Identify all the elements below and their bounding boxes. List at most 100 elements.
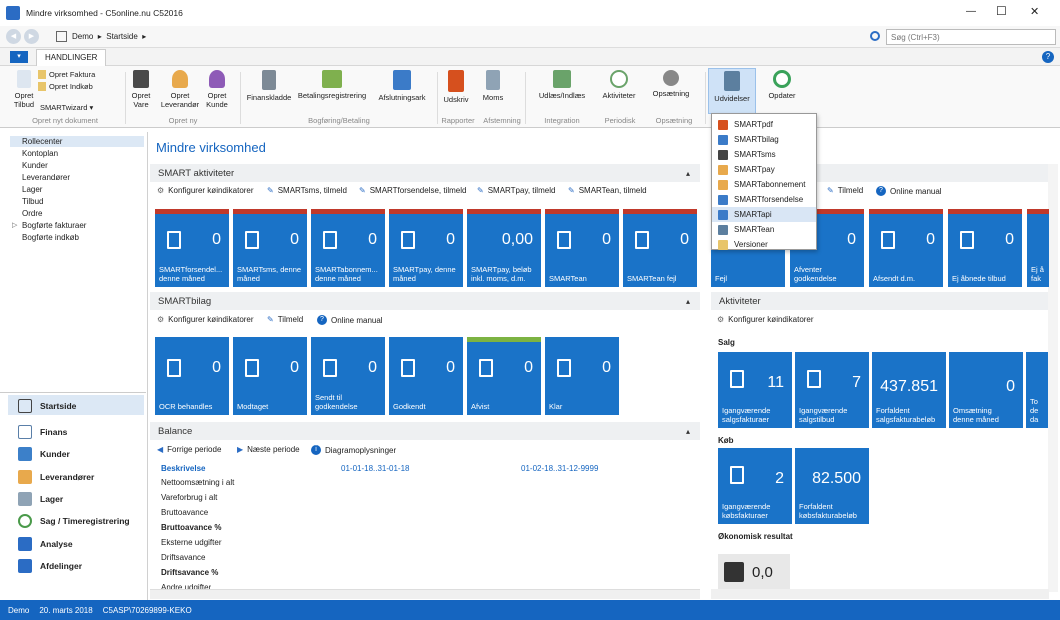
app-menu-button[interactable]: ▾ — [10, 51, 28, 63]
aktiviteter-button[interactable]: Aktiviteter — [596, 70, 642, 100]
nav-item-kunder[interactable]: Kunder — [22, 161, 48, 170]
salg-tile[interactable]: 11 Igangværende salgsfakturaer — [718, 352, 792, 428]
nav-lager[interactable]: Lager — [18, 492, 63, 506]
smartbilag-tile[interactable]: 0 Afvist — [467, 337, 541, 415]
dropdown-item-smartean[interactable]: SMARTean — [712, 222, 816, 237]
forward-button[interactable]: ▶ — [24, 29, 39, 44]
opret-vare-button[interactable]: Opret Vare — [128, 70, 154, 109]
nav-item-lager[interactable]: Lager — [22, 185, 42, 194]
action-konfigurer[interactable]: ⚙ Konfigurer køindikatorer — [157, 186, 254, 195]
help-icon[interactable]: ? — [1042, 51, 1054, 63]
action-online-manual-right[interactable]: ? Online manual — [876, 186, 942, 196]
horizontal-scrollbar-right[interactable] — [711, 589, 1049, 599]
nav-item-bogforte-indkob[interactable]: Bogførte indkøb — [22, 233, 79, 242]
action-konfigurer-bilag[interactable]: ⚙ Konfigurer køindikatorer — [157, 315, 254, 324]
smart-aktiviteter-tile[interactable]: 0 SMARTpay, denne måned — [389, 209, 463, 287]
close-button[interactable]: ✕ — [1030, 5, 1039, 18]
smartbilag-tile[interactable]: 0 Godkendt — [389, 337, 463, 415]
opsaetning-button[interactable]: Opsætning — [648, 70, 694, 98]
action-diagramoplysninger[interactable]: i Diagramoplysninger — [311, 445, 396, 455]
section-header-smartbilag[interactable]: SMARTbilag ▴ — [150, 292, 700, 310]
afslutningsark-button[interactable]: Afslutningsark — [372, 70, 432, 102]
udlaes-indlaes-button[interactable]: Udlæs/Indlæs — [535, 70, 589, 100]
betalingsregistrering-button[interactable]: Betalingsregistrering — [294, 70, 370, 100]
smart-aktiviteter-tile[interactable]: 0 SMARTsms, denne måned — [233, 209, 307, 287]
nav-kunder[interactable]: Kunder — [18, 447, 70, 461]
okonomisk-resultat-tile[interactable]: 0,0 — [718, 554, 790, 592]
kob-tile[interactable]: 2 Igangværende købsfakturaer — [718, 448, 792, 524]
nav-leverandorer[interactable]: Leverandører — [18, 470, 94, 484]
action-smartean-tilmeld[interactable]: ✎ SMARTean, tilmeld — [568, 186, 647, 195]
breadcrumb[interactable]: Demo ▸ Startside ▸ — [72, 32, 146, 41]
action-naeste-periode[interactable]: ▶ Næste periode — [237, 445, 300, 454]
opdater-button[interactable]: Opdater — [762, 70, 802, 100]
smart-aktiviteter-tile[interactable]: 0 SMARTean — [545, 209, 619, 287]
action-konfigurer-aktiviteter[interactable]: ⚙ Konfigurer køindikatorer — [717, 315, 814, 324]
nav-finans[interactable]: Finans — [18, 425, 67, 439]
dropdown-item-versioner[interactable]: Versioner — [712, 237, 816, 252]
smartbilag-tile[interactable]: 0 Sendt til godkendelse — [311, 337, 385, 415]
salg-tile[interactable]: 437.851 Forfaldent salgsfakturabeløb — [872, 352, 946, 428]
smart-aktiviteter-tile[interactable]: 0 SMARTforsendel... denne måned — [155, 209, 229, 287]
home-icon[interactable] — [56, 31, 67, 42]
kob-tile[interactable]: 82.500 Forfaldent købsfakturabeløb — [795, 448, 869, 524]
salg-tile[interactable]: 0 Omsætning denne måned — [949, 352, 1023, 428]
dropdown-item-smartforsendelse[interactable]: SMARTforsendelse — [712, 192, 816, 207]
horizontal-scrollbar[interactable] — [150, 589, 700, 599]
smart-aktiviteter-tile[interactable]: 0,00 SMARTpay, beløb inkl. moms, d.m. — [467, 209, 541, 287]
dropdown-item-smartapi[interactable]: SMARTapi — [712, 207, 816, 222]
salg-tile[interactable]: To de da — [1026, 352, 1048, 428]
moms-button[interactable]: Moms — [478, 70, 508, 102]
section-header-balance[interactable]: Balance ▴ — [150, 422, 700, 440]
nav-afdelinger[interactable]: Afdelinger — [18, 559, 82, 573]
action-tilmeld-bilag[interactable]: ✎ Tilmeld — [267, 315, 303, 324]
opret-tilbud-button[interactable]: Opret Tilbud — [12, 70, 36, 109]
search-input[interactable] — [886, 29, 1056, 45]
action-smartforsendelse-tilmeld[interactable]: ✎ SMARTforsendelse, tilmeld — [359, 186, 466, 195]
back-button[interactable]: ◀ — [6, 29, 21, 44]
collapse-icon[interactable]: ▴ — [686, 427, 690, 436]
smartbilag-tile[interactable]: 0 OCR behandles — [155, 337, 229, 415]
right-top-tile[interactable]: Ej å fak — [1027, 209, 1049, 287]
opret-kunde-button[interactable]: Opret Kunde — [202, 70, 232, 109]
opret-faktura-button[interactable]: Opret Faktura — [38, 70, 95, 79]
right-top-tile[interactable]: 0 Ej åbnede tilbud — [948, 209, 1022, 287]
tab-handlinger[interactable]: HANDLINGER — [36, 49, 107, 66]
minimize-button[interactable]: — — [966, 6, 976, 17]
collapse-icon[interactable]: ▴ — [686, 169, 690, 178]
action-smartpay-tilmeld[interactable]: ✎ SMARTpay, tilmeld — [477, 186, 555, 195]
action-tilmeld-right[interactable]: ✎ Tilmeld — [827, 186, 863, 195]
action-smartsms-tilmeld[interactable]: ✎ SMARTsms, tilmeld — [267, 186, 347, 195]
nav-sag-timeregistrering[interactable]: Sag / Timeregistrering — [18, 514, 130, 528]
dropdown-item-smartbilag[interactable]: SMARTbilag — [712, 132, 816, 147]
right-top-tile[interactable]: 0 Afsendt d.m. — [869, 209, 943, 287]
smart-aktiviteter-tile[interactable]: 0 SMARTabonnem... denne måned — [311, 209, 385, 287]
dropdown-item-smartpay[interactable]: SMARTpay — [712, 162, 816, 177]
nav-item-leverandorer[interactable]: Leverandører — [22, 173, 70, 182]
section-header-aktiviteter[interactable]: Aktiviteter — [711, 292, 1049, 310]
dropdown-item-smartsms[interactable]: SMARTsms — [712, 147, 816, 162]
salg-tile[interactable]: 7 Igangværende salgstilbud — [795, 352, 869, 428]
refresh-icon[interactable] — [870, 31, 880, 41]
section-header-smart-aktiviteter[interactable]: SMART aktiviteter ▴ — [150, 164, 700, 182]
nav-item-kontoplan[interactable]: Kontoplan — [22, 149, 58, 158]
vertical-scrollbar[interactable] — [1048, 164, 1058, 592]
action-online-manual-bilag[interactable]: ? Online manual — [317, 315, 383, 325]
expand-arrow-icon[interactable]: ▷ — [12, 221, 17, 229]
collapse-icon[interactable]: ▴ — [686, 297, 690, 306]
nav-startside[interactable]: Startside — [18, 399, 76, 413]
opret-indkob-button[interactable]: Opret Indkøb — [38, 82, 93, 91]
smartwizard-button[interactable]: SMARTwizard ▾ — [40, 103, 93, 112]
smart-aktiviteter-tile[interactable]: 0 SMARTean fejl — [623, 209, 697, 287]
nav-item-bogforte-fakturaer[interactable]: Bogførte fakturaer — [22, 221, 86, 230]
udvidelser-button[interactable]: Udvidelser — [708, 68, 756, 114]
smartbilag-tile[interactable]: 0 Klar — [545, 337, 619, 415]
nav-item-ordre[interactable]: Ordre — [22, 209, 42, 218]
finanskladde-button[interactable]: Finanskladde — [244, 70, 294, 102]
maximize-button[interactable]: ☐ — [996, 4, 1007, 18]
dropdown-item-smartpdf[interactable]: SMARTpdf — [712, 117, 816, 132]
nav-item-rollecenter[interactable]: Rollecenter — [22, 137, 62, 146]
opret-leverandor-button[interactable]: Opret Leverandør — [160, 70, 200, 109]
smartbilag-tile[interactable]: 0 Modtaget — [233, 337, 307, 415]
dropdown-item-smartabonnement[interactable]: SMARTabonnement — [712, 177, 816, 192]
